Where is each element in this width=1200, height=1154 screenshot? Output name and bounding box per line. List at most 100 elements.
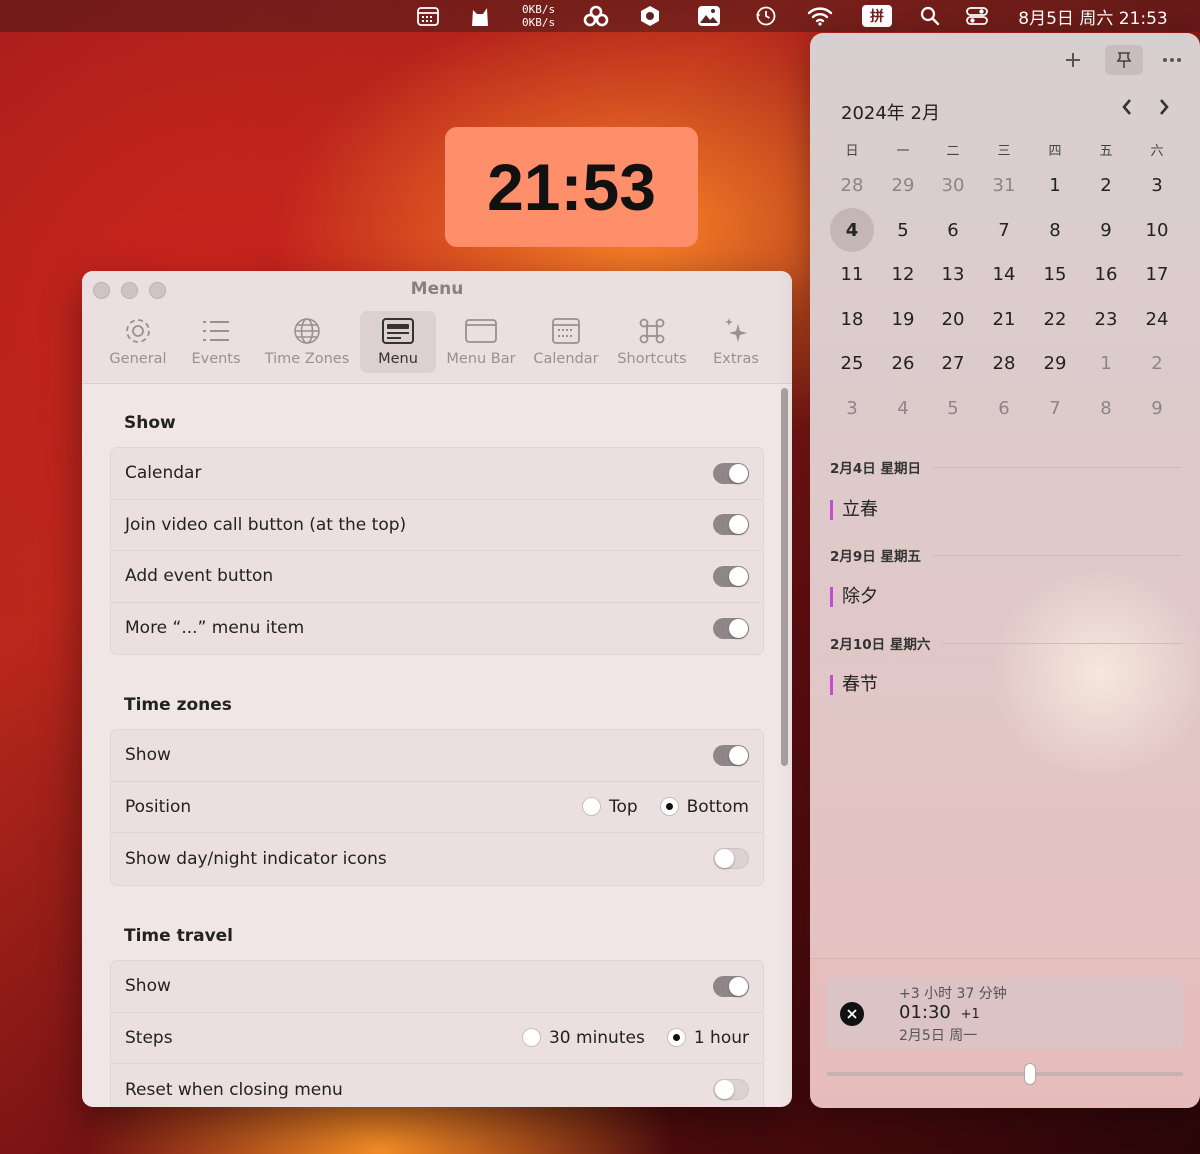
calendar-day[interactable]: 6: [931, 208, 975, 252]
tab-menu-bar[interactable]: Menu Bar: [442, 311, 520, 373]
shield-icon[interactable]: [637, 0, 663, 32]
close-time-travel-button[interactable]: [840, 1002, 864, 1026]
calendar-day[interactable]: 9: [1135, 386, 1179, 430]
calendar-day[interactable]: 29: [1033, 341, 1077, 385]
network-speed[interactable]: 0KB/s 0KB/s: [522, 0, 562, 32]
calendar-day[interactable]: 28: [830, 163, 874, 207]
calendar-day[interactable]: 16: [1084, 252, 1128, 296]
calendar-day[interactable]: 19: [881, 297, 925, 341]
calendar-day[interactable]: 9: [1084, 208, 1128, 252]
time-travel-date: 2月5日 周一: [899, 1028, 978, 1044]
time-travel-slider[interactable]: [827, 1072, 1183, 1076]
day-night-icons-toggle[interactable]: [713, 848, 749, 870]
menubar-clock[interactable]: 8月5日 周六 21:53: [1008, 0, 1178, 32]
gear-icon: [126, 319, 150, 343]
calendar-day[interactable]: 15: [1033, 252, 1077, 296]
add-button[interactable]: [1054, 45, 1092, 75]
calendar-day[interactable]: 13: [931, 252, 975, 296]
calendar-day[interactable]: 24: [1135, 297, 1179, 341]
calendar-day[interactable]: 2: [1135, 341, 1179, 385]
photo-icon[interactable]: [695, 0, 723, 32]
position-bottom-radio[interactable]: [659, 797, 679, 817]
time-travel-show-toggle[interactable]: [713, 975, 749, 997]
time-machine-icon[interactable]: [752, 0, 780, 32]
calendar-day[interactable]: 18: [830, 297, 874, 341]
calendar-day[interactable]: 31: [982, 163, 1026, 207]
position-bottom-option[interactable]: Bottom: [659, 797, 749, 817]
pin-button[interactable]: [1105, 45, 1143, 75]
circles-icon[interactable]: [580, 0, 612, 32]
calendar-day[interactable]: 22: [1033, 297, 1077, 341]
calendar-day[interactable]: 8: [1033, 208, 1077, 252]
calendar-day[interactable]: 5: [931, 386, 975, 430]
event-item[interactable]: 立春: [830, 500, 878, 520]
time-zones-show-toggle[interactable]: [713, 744, 749, 766]
tab-menu[interactable]: Menu: [360, 311, 436, 373]
tab-events[interactable]: Events: [182, 311, 250, 373]
calendar-day[interactable]: 26: [881, 341, 925, 385]
globe-icon: [294, 318, 320, 344]
event-item[interactable]: 除夕: [830, 587, 878, 607]
calendar-day[interactable]: 14: [982, 252, 1026, 296]
calendar-day[interactable]: 5: [881, 208, 925, 252]
tab-shortcuts[interactable]: Shortcuts: [614, 311, 690, 373]
calendar-day[interactable]: 29: [881, 163, 925, 207]
steps-30-radio[interactable]: [521, 1028, 541, 1048]
calendar-day[interactable]: 4: [881, 386, 925, 430]
tab-calendar[interactable]: Calendar: [530, 311, 602, 373]
reset-when-closing-toggle[interactable]: [713, 1079, 749, 1101]
sparkles-icon: [725, 318, 747, 342]
row-more-menu-item-label: More “...” menu item: [125, 618, 305, 639]
next-month-button[interactable]: [1157, 95, 1171, 123]
calendar-day[interactable]: 8: [1084, 386, 1128, 430]
calendar-day[interactable]: 28: [982, 341, 1026, 385]
calendar-day[interactable]: 7: [982, 208, 1026, 252]
calendar-menu-icon[interactable]: [415, 0, 441, 32]
calendar-day[interactable]: 23: [1084, 297, 1128, 341]
calendar-day[interactable]: 3: [830, 386, 874, 430]
calendar-day[interactable]: 1: [1033, 163, 1077, 207]
calendar-toggle[interactable]: [713, 462, 749, 484]
time-travel-card: +3 小时 37 分钟 01:30 +1 2月5日 周一: [826, 977, 1183, 1050]
row-day-night-icons-label: Show day/night indicator icons: [125, 848, 387, 869]
calendar-day[interactable]: 25: [830, 341, 874, 385]
more-button[interactable]: [1153, 45, 1191, 75]
calendar-day[interactable]: 30: [931, 163, 975, 207]
position-top-radio[interactable]: [581, 797, 601, 817]
calendar-day[interactable]: 3: [1135, 163, 1179, 207]
add-event-toggle[interactable]: [713, 565, 749, 587]
input-method-button[interactable]: 拼: [862, 0, 892, 32]
calendar-day-today[interactable]: 4: [830, 208, 874, 252]
wifi-icon[interactable]: [805, 0, 835, 32]
steps-1h-radio[interactable]: [666, 1028, 686, 1048]
calendar-day[interactable]: 12: [881, 252, 925, 296]
more-menu-item-toggle[interactable]: [713, 617, 749, 639]
calendar-day[interactable]: 21: [982, 297, 1026, 341]
prev-month-button[interactable]: [1120, 95, 1134, 123]
control-center-icon[interactable]: [963, 0, 991, 32]
time-travel-slider-knob[interactable]: [1023, 1063, 1036, 1085]
cat-icon[interactable]: [467, 0, 493, 32]
tab-extras[interactable]: Extras: [704, 311, 768, 373]
search-icon[interactable]: [917, 0, 943, 32]
calendar-day[interactable]: 27: [931, 341, 975, 385]
steps-30-option[interactable]: 30 minutes: [521, 1028, 645, 1048]
steps-1h-option[interactable]: 1 hour: [666, 1028, 749, 1048]
menu-bar: 0KB/s 0KB/s 拼 8月5日 周六 21:53: [0, 0, 1200, 32]
event-item[interactable]: 春节: [830, 675, 878, 695]
calendar-day[interactable]: 6: [982, 386, 1026, 430]
tab-general[interactable]: General: [104, 311, 172, 373]
calendar-day[interactable]: 20: [931, 297, 975, 341]
calendar-day[interactable]: 7: [1033, 386, 1077, 430]
tab-events-label: Events: [191, 351, 241, 367]
settings-scrollbar-thumb[interactable]: [781, 388, 788, 766]
settings-scrollbar[interactable]: [779, 388, 789, 1100]
calendar-day[interactable]: 17: [1135, 252, 1179, 296]
calendar-day[interactable]: 1: [1084, 341, 1128, 385]
calendar-day[interactable]: 11: [830, 252, 874, 296]
tab-time-zones[interactable]: Time Zones: [262, 311, 352, 373]
position-top-option[interactable]: Top: [581, 797, 638, 817]
calendar-day[interactable]: 2: [1084, 163, 1128, 207]
calendar-day[interactable]: 10: [1135, 208, 1179, 252]
join-video-call-toggle[interactable]: [713, 514, 749, 536]
